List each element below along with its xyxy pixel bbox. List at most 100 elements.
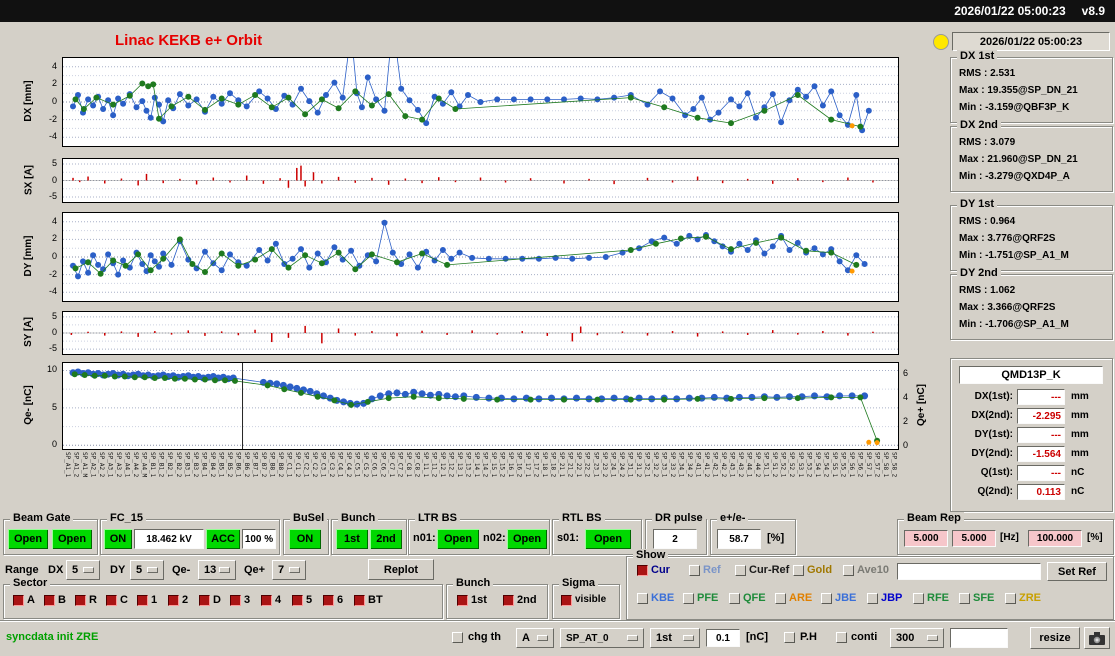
set-ref-button[interactable]: Set Ref xyxy=(1047,562,1107,581)
show-ave10-checkbox[interactable] xyxy=(843,565,854,576)
bpm-label: SP_44_1 xyxy=(745,452,753,478)
aux-field[interactable] xyxy=(950,628,1008,648)
sector-a-checkbox[interactable] xyxy=(13,595,24,606)
ltr-n02-open-button[interactable]: Open xyxy=(507,529,547,549)
beam-rep-field-3[interactable]: 100.000 xyxy=(1028,530,1082,547)
sector-5-checkbox[interactable] xyxy=(292,595,303,606)
sector-r-checkbox[interactable] xyxy=(75,595,86,606)
show-jbe-checkbox[interactable] xyxy=(821,593,832,604)
bunch-dropdown[interactable]: 1st xyxy=(650,628,700,648)
sector-d-checkbox[interactable] xyxy=(199,595,210,606)
titlebar-version: v8.9 xyxy=(1081,4,1105,18)
range-dy-label: DY xyxy=(110,564,126,576)
rtl-s01-open-button[interactable]: Open xyxy=(585,529,631,549)
fc15-on-button[interactable]: ON xyxy=(104,529,132,549)
axis-label-qe: Qe- [nC] xyxy=(22,385,34,425)
option-menu-dash-icon xyxy=(289,567,300,573)
range-dx-label: DX xyxy=(48,564,64,576)
show-pfe-checkbox[interactable] xyxy=(683,593,694,604)
sector-title: Sector xyxy=(10,577,51,590)
bpm-label: SP_C7_2 xyxy=(396,452,404,478)
count-value: 300 xyxy=(896,632,915,644)
bunch-1st-button[interactable]: 1st xyxy=(336,529,368,549)
conti-label: conti xyxy=(851,631,878,643)
show-gold-checkbox[interactable] xyxy=(793,565,804,576)
ref-name-input[interactable] xyxy=(897,563,1041,580)
show-cur-ref-checkbox[interactable] xyxy=(735,565,746,576)
show-kbe-checkbox[interactable] xyxy=(637,593,648,604)
show-are-checkbox[interactable] xyxy=(775,593,786,604)
sector-b-checkbox[interactable] xyxy=(44,595,55,606)
bunch-2nd-checkbox[interactable] xyxy=(503,595,514,606)
show-qfe-checkbox[interactable] xyxy=(729,593,740,604)
beam-gate-open-button-1[interactable]: Open xyxy=(8,529,48,549)
option-menu-dash-icon xyxy=(147,567,158,573)
bpm-label: SP_31_2 xyxy=(634,452,642,478)
show-sfe-checkbox[interactable] xyxy=(959,593,970,604)
bunch-1st-checkbox[interactable] xyxy=(457,595,468,606)
bpm-label: SP_34_1 xyxy=(677,452,685,478)
show-jbp-label: JBP xyxy=(881,592,903,604)
ph-label: P.H xyxy=(800,631,817,643)
axis-label-sy: SY [A] xyxy=(22,317,34,347)
ph-checkbox[interactable] xyxy=(784,632,795,643)
sector-6-checkbox[interactable] xyxy=(323,595,334,606)
bpm-label: SP_17_1 xyxy=(524,452,532,478)
bpm-label: SP_C5_1 xyxy=(353,452,361,478)
bpm-label: SP_B7_2 xyxy=(260,452,267,478)
monitor-dropdown[interactable]: SP_AT_0 xyxy=(560,628,644,648)
mode-dropdown[interactable]: A xyxy=(516,628,554,648)
stat-max: Max : 21.960@SP_DN_21 xyxy=(959,154,1078,165)
range-dx-dropdown[interactable]: 5 xyxy=(66,560,100,580)
sector-4-checkbox[interactable] xyxy=(261,595,272,606)
beam-rep-field-2[interactable]: 5.000 xyxy=(952,530,996,547)
fc15-acc-button[interactable]: ACC xyxy=(206,529,240,549)
bpm-label: SP_C2_2 xyxy=(311,452,319,478)
chg-th-checkbox[interactable] xyxy=(452,632,463,643)
show-title: Show xyxy=(633,549,669,562)
sector-1-checkbox[interactable] xyxy=(137,595,148,606)
sector-bt-checkbox[interactable] xyxy=(354,595,365,606)
bpm-label: SP_57_1 xyxy=(864,452,872,478)
status-indicator-icon xyxy=(933,34,949,50)
bpm-label: SP_12_2 xyxy=(447,452,455,478)
sigma-visible-checkbox[interactable] xyxy=(561,595,572,606)
monitor-name-field[interactable]: QMD13P_K xyxy=(959,366,1103,384)
conti-checkbox[interactable] xyxy=(836,632,847,643)
sector-2-checkbox[interactable] xyxy=(168,595,179,606)
dr-pulse-field[interactable]: 2 xyxy=(653,529,697,549)
sector-3-checkbox[interactable] xyxy=(230,595,241,606)
threshold-field[interactable]: 0.1 xyxy=(706,629,740,647)
show-ref-checkbox[interactable] xyxy=(689,565,700,576)
ltr-n01-open-button[interactable]: Open xyxy=(437,529,479,549)
show-zre-checkbox[interactable] xyxy=(1005,593,1016,604)
bpm-label: SP_41_2 xyxy=(703,452,710,478)
monitor-readout-panel: QMD13P_K DX(1st): --- mm DX(2nd): -2.295… xyxy=(950,358,1113,512)
bpm-label: SP_58_2 xyxy=(890,452,898,478)
snapshot-button[interactable] xyxy=(1084,627,1110,649)
fc15-percent-field[interactable]: 100 % xyxy=(242,529,276,549)
monitor-value: SP_AT_0 xyxy=(566,632,609,644)
sector-c-checkbox[interactable] xyxy=(106,595,117,606)
beam-rep-field-1[interactable]: 5.000 xyxy=(904,530,948,547)
range-qep-dropdown[interactable]: 7 xyxy=(272,560,306,580)
n01-label: n01: xyxy=(413,532,436,544)
count-dropdown[interactable]: 300 xyxy=(890,628,944,648)
range-qem-dropdown[interactable]: 13 xyxy=(198,560,236,580)
readout-label: DY(2nd): xyxy=(971,448,1013,459)
bunch-2nd-button[interactable]: 2nd xyxy=(370,529,402,549)
show-jbp-checkbox[interactable] xyxy=(867,593,878,604)
bpm-label: SP_11_2 xyxy=(430,452,438,478)
busel-on-button[interactable]: ON xyxy=(289,529,321,549)
show-rfe-checkbox[interactable] xyxy=(913,593,924,604)
range-dy-dropdown[interactable]: 5 xyxy=(130,560,164,580)
epe-ratio-field[interactable]: 58.7 xyxy=(717,529,761,549)
beam-gate-open-button-2[interactable]: Open xyxy=(52,529,92,549)
resize-button[interactable]: resize xyxy=(1030,627,1080,649)
fc15-kv-field[interactable]: 18.462 kV xyxy=(134,529,204,549)
show-cur-checkbox[interactable] xyxy=(637,565,648,576)
window-titlebar: 2026/01/22 05:00:23 v8.9 xyxy=(0,0,1115,22)
ltr-bs-group: LTR BS n01: Open n02: Open xyxy=(408,512,550,555)
timestamp-field: 2026/01/22 05:00:23 xyxy=(952,32,1110,51)
replot-button[interactable]: Replot xyxy=(368,559,434,580)
